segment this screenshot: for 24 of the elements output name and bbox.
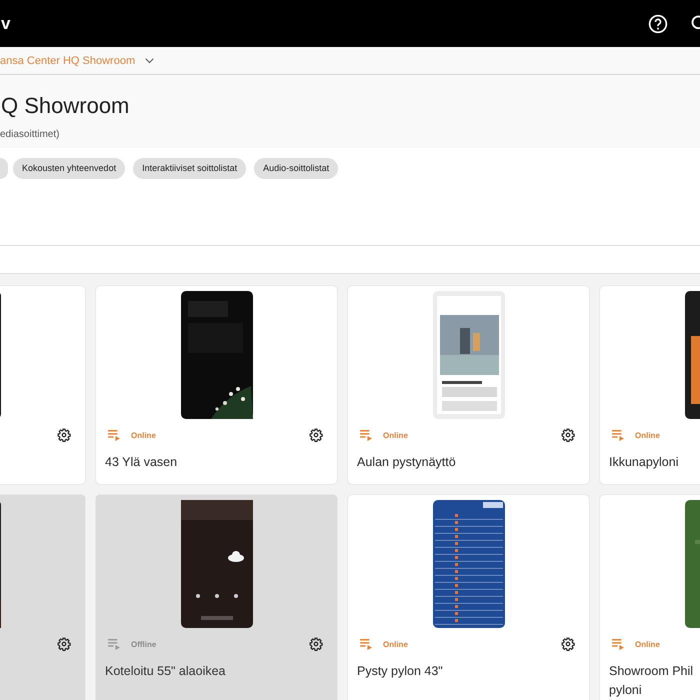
- filter-chip[interactable]: Kokousten yhteenvedot: [13, 158, 126, 179]
- device-name: 43 Ylä vasen: [104, 454, 178, 471]
- device-name: Showroom Phil pyloni: [608, 663, 694, 699]
- status-label: Online: [635, 430, 660, 440]
- device-card[interactable]: Online Aulan pystynäyttö: [348, 286, 589, 484]
- status-label: Offline: [131, 640, 156, 648]
- device-card[interactable]: Online Ikkunapyloni: [600, 286, 700, 484]
- device-card[interactable]: Online 43 Ylä vasen: [96, 286, 337, 484]
- device-name: Pysty pylon 43": [356, 663, 444, 680]
- device-card[interactable]: Offline Koteloitu 55" alaoikea: [96, 495, 337, 700]
- page-title: Q Showroom: [1, 93, 130, 119]
- status-label: Online: [383, 430, 408, 440]
- device-card[interactable]: Online Showroom Phil pyloni: [600, 495, 700, 700]
- device-name: Aulan pystynäyttö: [356, 454, 457, 471]
- filter-chip[interactable]: Interaktiiviset soittolistat: [133, 158, 246, 179]
- filter-chip[interactable]: Audio-soittolistat: [254, 158, 338, 179]
- status-label: Online: [383, 640, 408, 648]
- status-label: Online: [131, 430, 156, 440]
- device-card[interactable]: Online Pysty pylon 43": [348, 495, 589, 700]
- status-label: Online: [635, 640, 660, 648]
- device-name: Ikkunapyloni: [608, 454, 680, 471]
- page-subtitle: ediasoittimet): [0, 129, 60, 140]
- logo-text: v: [1, 14, 10, 34]
- device-name: Koteloitu 55" alaoikea: [104, 663, 226, 680]
